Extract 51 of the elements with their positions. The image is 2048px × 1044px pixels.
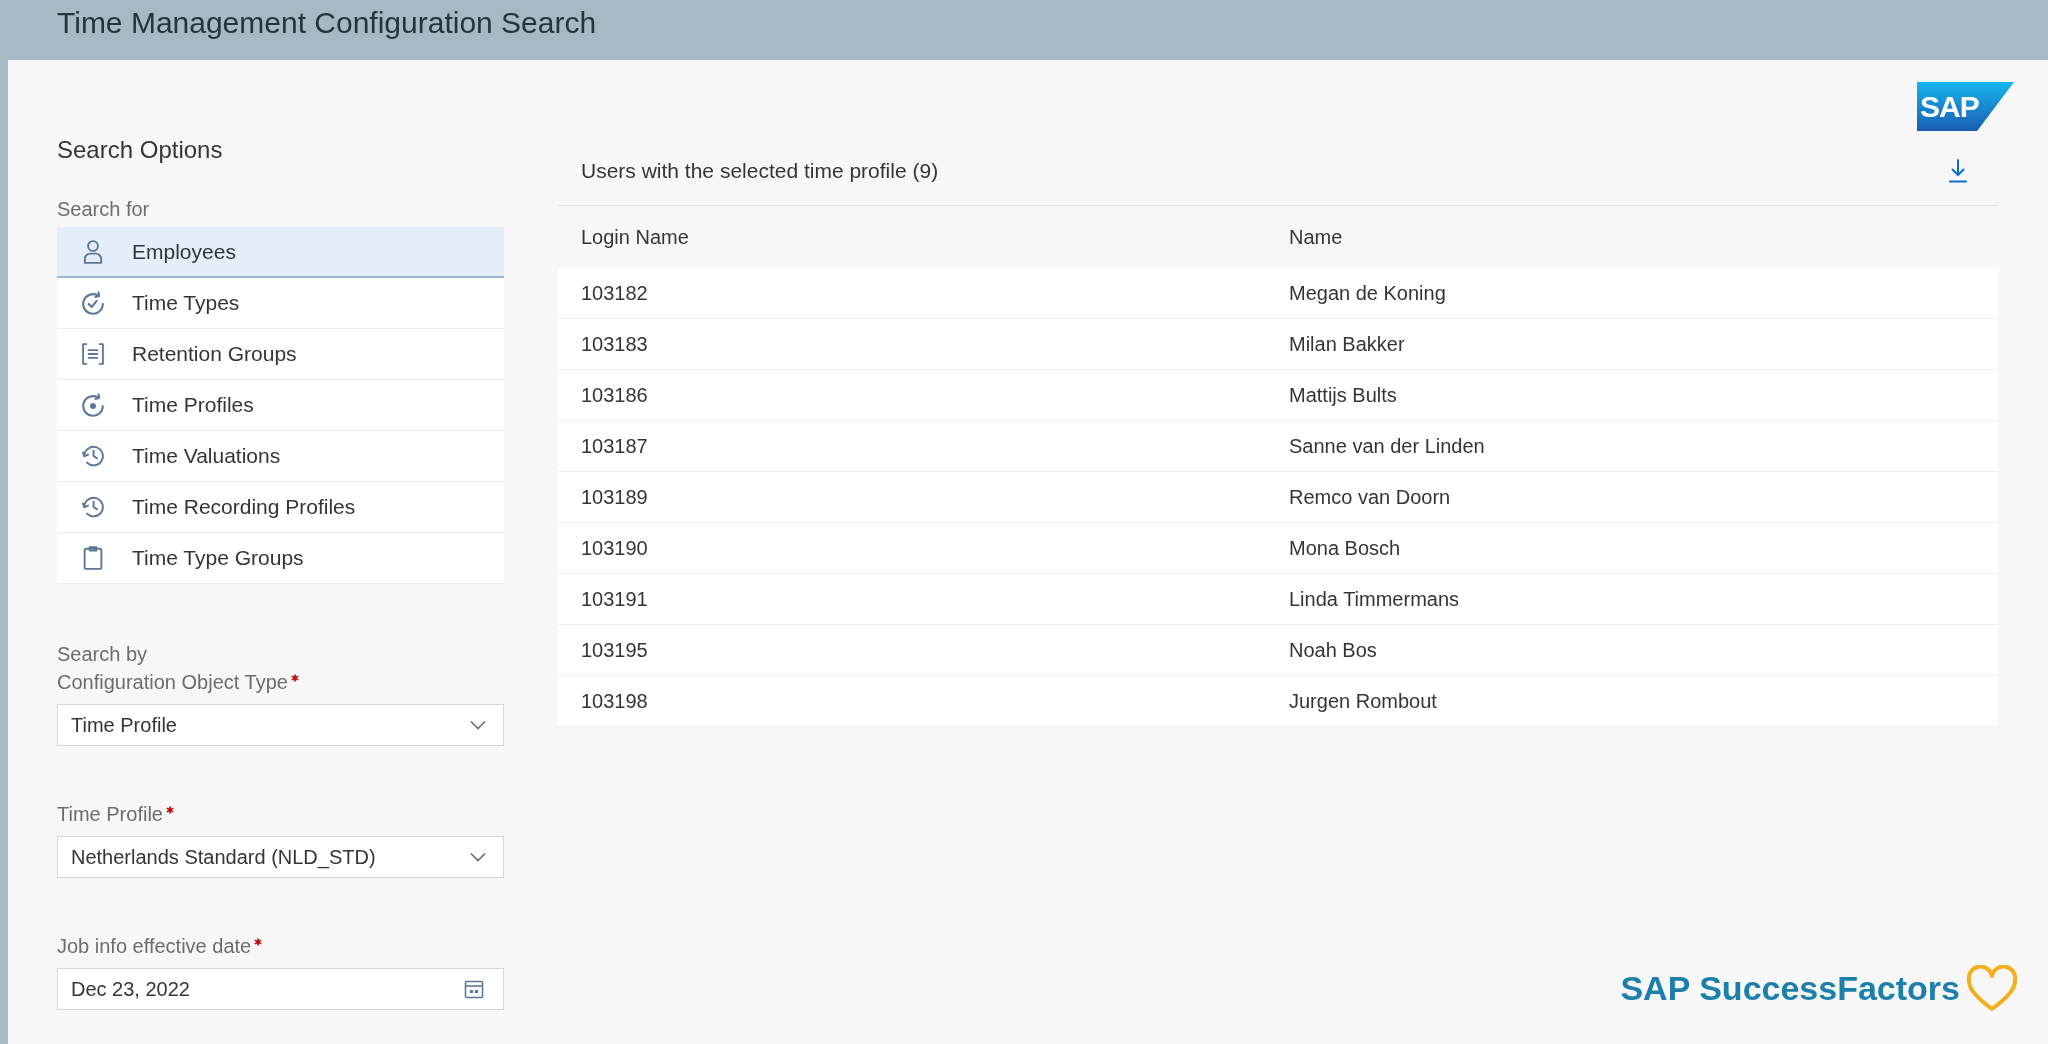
table-cell: Jurgen Rombout [1289, 689, 1437, 713]
history-icon [82, 495, 104, 519]
column-header: Name [1289, 225, 1343, 249]
table-cell: Mona Bosch [1289, 536, 1401, 560]
field-label: Time Profile [57, 802, 163, 827]
table-cell: Remco van Doorn [1289, 485, 1451, 509]
table-cell: 103190 [581, 536, 648, 560]
table-cell: 103191 [581, 587, 648, 611]
list-label: Search for [57, 197, 151, 221]
brand-name: SAP SuccessFactors [1620, 969, 1960, 1008]
table-title: Users with the selected time profile (9) [581, 159, 939, 183]
list-item[interactable]: Time Profiles [57, 380, 504, 431]
list-item[interactable]: Retention Groups [57, 329, 504, 380]
table-cell: Milan Bakker [1289, 332, 1405, 356]
list-item[interactable]: Time Valuations [57, 431, 504, 482]
calendar-icon[interactable] [464, 979, 484, 999]
column-header: Login Name [581, 225, 689, 249]
field-label: Job info effective date [57, 934, 252, 959]
date-input[interactable]: Dec 23, 2022 [57, 968, 504, 1010]
table-cell: Sanne van der Linden [1289, 434, 1485, 458]
table-cell: 103186 [581, 383, 648, 407]
field-label: Search by Configuration Object Type [57, 642, 288, 695]
window-title: Time Management Configuration Search [57, 5, 597, 41]
table-cell: 103189 [581, 485, 648, 509]
list-item[interactable]: Employees [57, 227, 504, 278]
list-item[interactable]: Time Type Groups [57, 533, 504, 584]
history-icon [82, 444, 104, 468]
dropdown[interactable]: Netherlands Standard (NLD_STD) [57, 836, 504, 878]
table-cell: 103195 [581, 638, 648, 662]
heart-icon [1966, 965, 2018, 1012]
table-cell: 103183 [581, 332, 648, 356]
section-heading: Search Options [57, 135, 224, 165]
clipboard-icon [82, 546, 104, 570]
circular-arrow-icon [82, 393, 104, 417]
brand-logo: SAP [1917, 82, 2014, 131]
person-icon [82, 239, 104, 264]
table-cell: Megan de Koning [1289, 281, 1446, 305]
table-cell: 103182 [581, 281, 648, 305]
table-cell: 103198 [581, 689, 648, 713]
chevron-down-icon [470, 852, 486, 862]
table-cell: Noah Bos [1289, 638, 1377, 662]
bracketed-list-icon [82, 342, 104, 366]
download-icon[interactable] [1948, 158, 1968, 184]
arrow-check-icon [82, 291, 104, 315]
table-cell: 103187 [581, 434, 648, 458]
dropdown[interactable]: Time Profile [57, 704, 504, 746]
list-item[interactable]: Time Types [57, 278, 504, 329]
table-cell: Mattijs Bults [1289, 383, 1397, 407]
table-cell: Linda Timmermans [1289, 587, 1460, 611]
chevron-down-icon [470, 720, 486, 730]
list-item[interactable]: Time Recording Profiles [57, 482, 504, 533]
